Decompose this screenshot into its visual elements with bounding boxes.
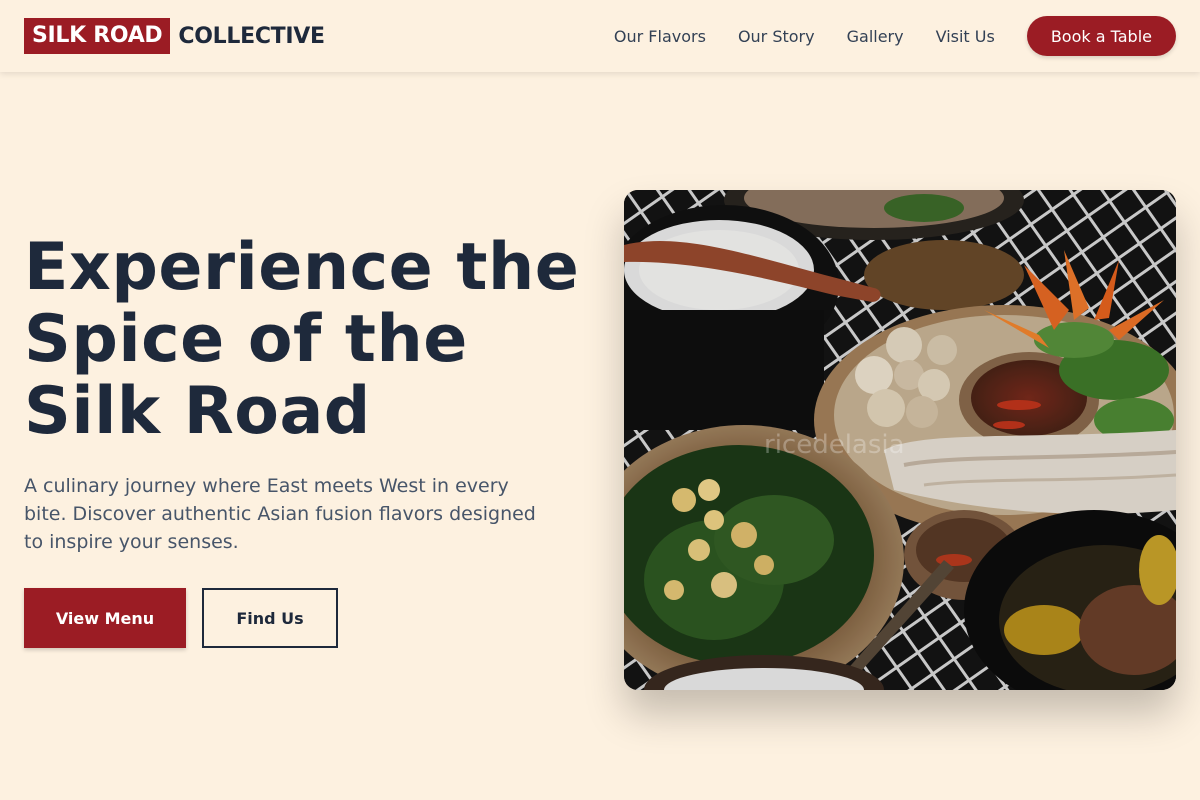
nav-link-our-story[interactable]: Our Story xyxy=(738,27,815,46)
book-table-button[interactable]: Book a Table xyxy=(1026,16,1176,56)
hero-title: Experience the Spice of the Silk Road xyxy=(24,230,580,449)
main-nav: Our Flavors Our Story Gallery Visit Us B… xyxy=(614,16,1176,56)
nav-link-gallery[interactable]: Gallery xyxy=(847,27,904,46)
site-header: SILK ROAD COLLECTIVE Our Flavors Our Sto… xyxy=(0,0,1200,72)
hero-food-image: ricedelasia xyxy=(624,190,1176,690)
view-menu-button[interactable]: View Menu xyxy=(24,588,186,648)
logo-text: COLLECTIVE xyxy=(178,23,325,49)
nav-link-our-flavors[interactable]: Our Flavors xyxy=(614,27,706,46)
find-us-button[interactable]: Find Us xyxy=(202,588,338,648)
food-illustration xyxy=(624,190,1176,690)
hero-subtitle: A culinary journey where East meets West… xyxy=(24,475,536,553)
logo-highlight: SILK ROAD xyxy=(24,18,171,54)
nav-link-visit-us[interactable]: Visit Us xyxy=(936,27,995,46)
brand-logo[interactable]: SILK ROAD COLLECTIVE xyxy=(24,18,325,54)
